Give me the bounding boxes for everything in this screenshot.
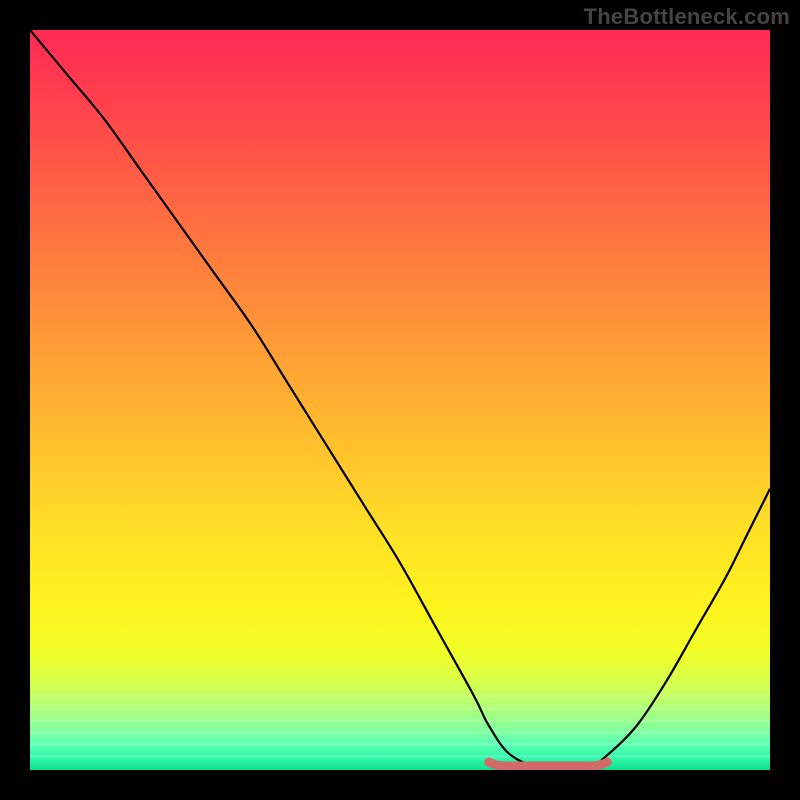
chart-frame: TheBottleneck.com bbox=[0, 0, 800, 800]
attribution-text: TheBottleneck.com bbox=[584, 4, 790, 30]
bottleneck-curve bbox=[30, 30, 770, 770]
plot-area bbox=[30, 30, 770, 770]
trough-indicator bbox=[489, 762, 607, 766]
curve-svg bbox=[30, 30, 770, 770]
